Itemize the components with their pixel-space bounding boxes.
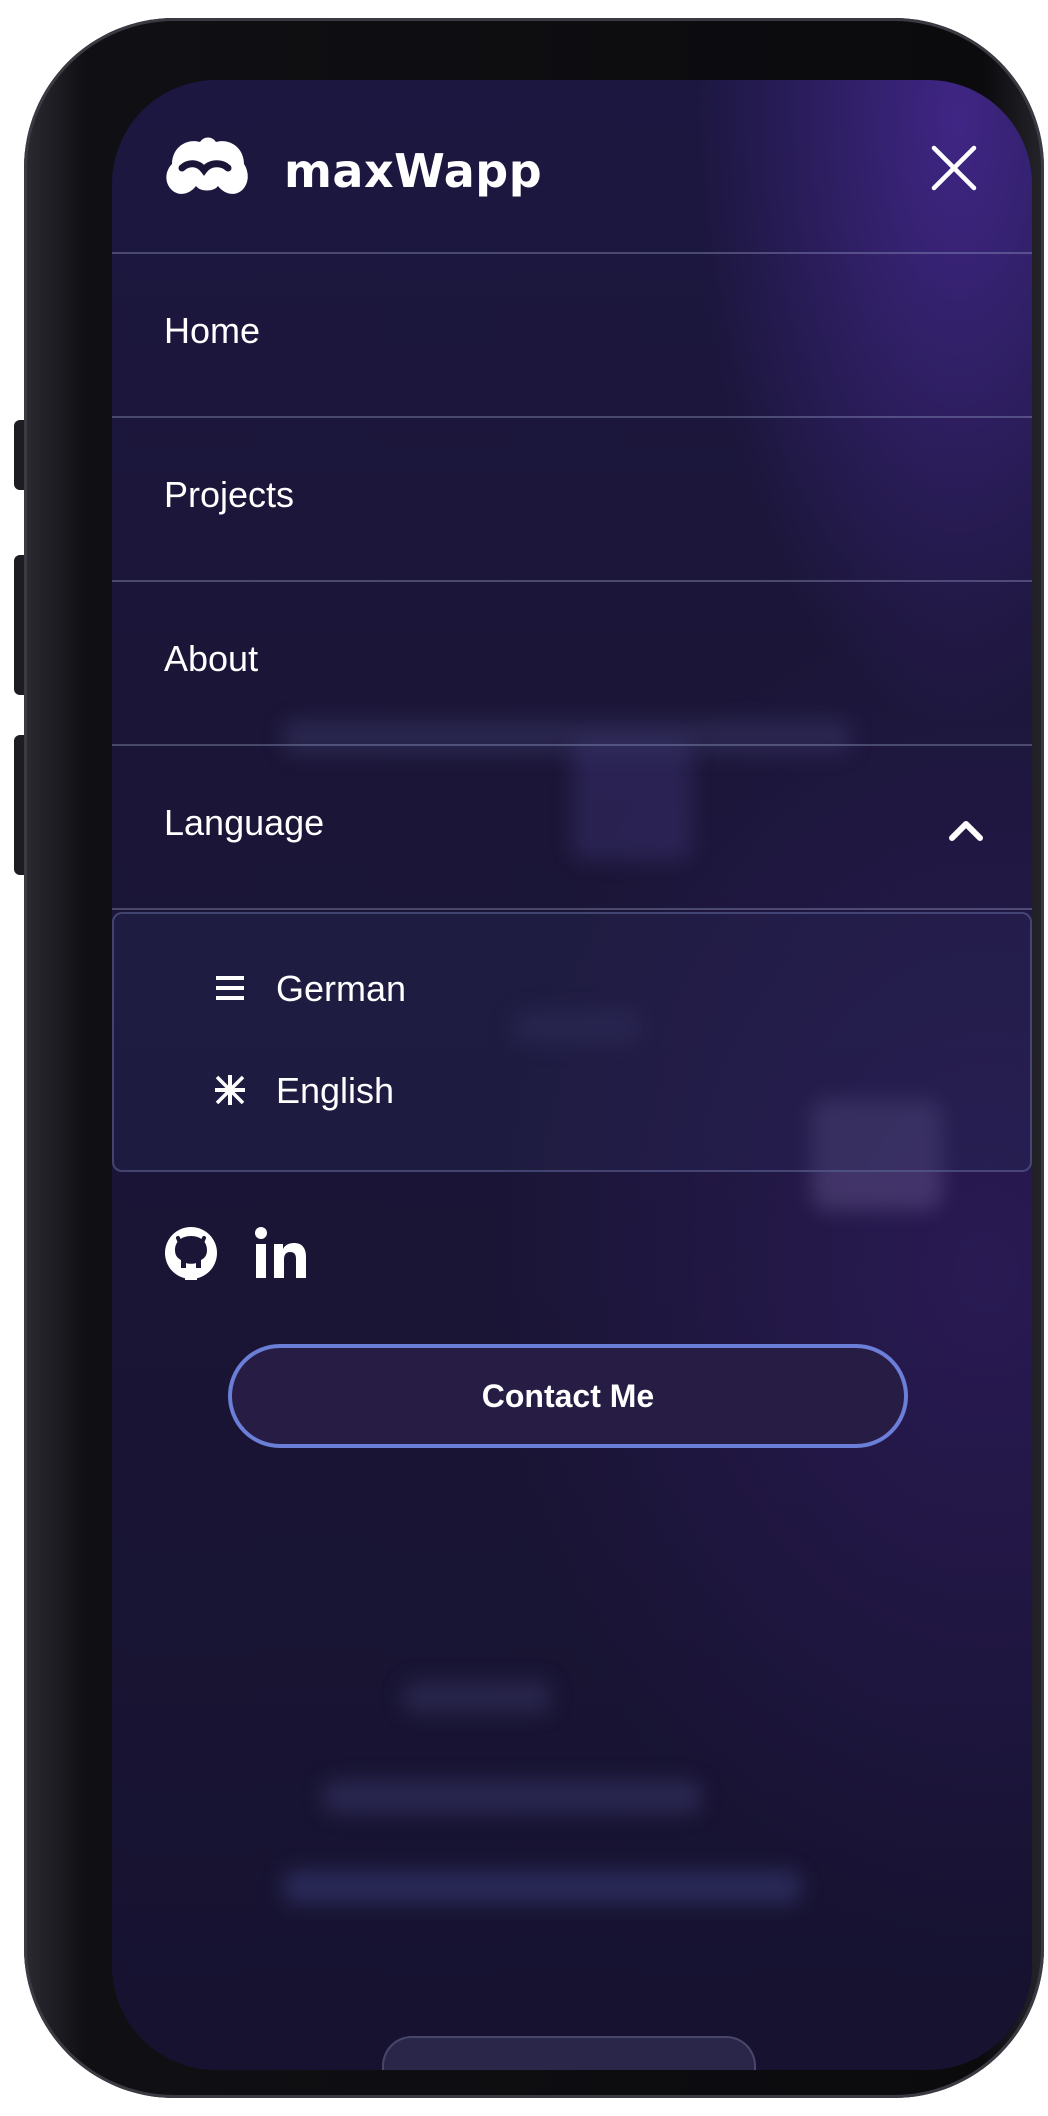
nav-item-about[interactable]: About bbox=[112, 582, 1032, 746]
horizontal-stripes-icon bbox=[216, 976, 244, 1000]
blurred-bottom-toolbar bbox=[382, 2036, 756, 2070]
language-option-label: English bbox=[276, 1070, 395, 1111]
nav-item-label: Home bbox=[164, 310, 261, 351]
language-dropdown: German English bbox=[112, 912, 1032, 1172]
menu-header: maxWapp bbox=[112, 80, 1032, 254]
blurred-background-text bbox=[282, 1870, 802, 1904]
nav-item-home[interactable]: Home bbox=[112, 254, 1032, 418]
contact-me-button[interactable]: Contact Me bbox=[228, 1344, 908, 1448]
language-option-label: German bbox=[276, 968, 407, 1009]
nav-item-projects[interactable]: Projects bbox=[112, 418, 1032, 582]
union-jack-icon bbox=[215, 1075, 245, 1105]
contact-me-label: Contact Me bbox=[481, 1377, 655, 1414]
github-icon[interactable] bbox=[162, 1224, 220, 1282]
close-icon[interactable] bbox=[926, 140, 982, 196]
blurred-background-text bbox=[322, 1780, 702, 1814]
nav-item-label: Projects bbox=[164, 474, 295, 515]
device-mockup: maxWapp Home Projects About Language Ger… bbox=[0, 0, 1048, 2116]
phone-frame: maxWapp Home Projects About Language Ger… bbox=[24, 18, 1044, 2098]
blurred-background-text bbox=[402, 1680, 552, 1714]
mustache-cloud-logo-icon[interactable] bbox=[162, 132, 252, 202]
nav-item-label: About bbox=[164, 638, 259, 679]
screen: maxWapp Home Projects About Language Ger… bbox=[112, 80, 1032, 2070]
nav-item-language[interactable]: Language bbox=[112, 746, 1032, 910]
chevron-up-icon bbox=[949, 821, 983, 841]
language-option-english[interactable]: English bbox=[214, 1060, 614, 1120]
nav-item-label: Language bbox=[164, 802, 325, 843]
brand-name[interactable]: maxWapp bbox=[284, 144, 542, 198]
language-option-german[interactable]: German bbox=[214, 958, 614, 1018]
linkedin-icon[interactable] bbox=[252, 1224, 310, 1282]
